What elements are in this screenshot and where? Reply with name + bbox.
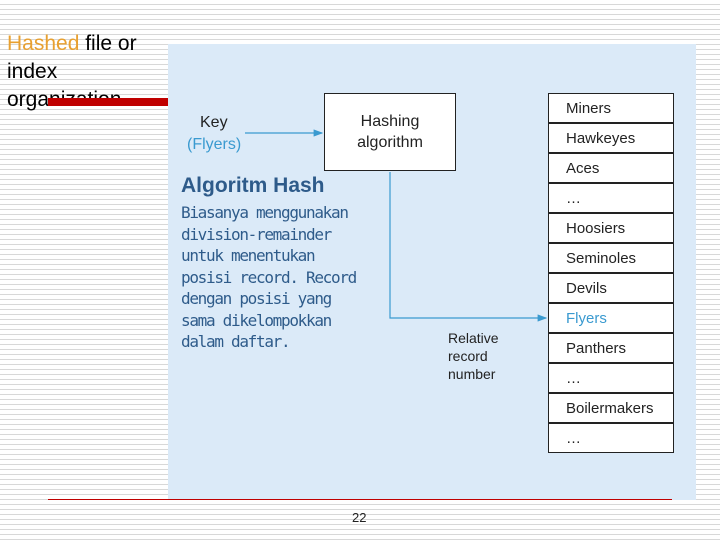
hashing-algorithm-box: Hashing algorithm: [324, 93, 456, 171]
relative-record-number-label: Relative record number: [448, 329, 499, 383]
record-row: Flyers: [549, 304, 673, 334]
record-row: Devils: [549, 274, 673, 304]
record-row: …: [566, 430, 581, 447]
record-row: Aces: [549, 154, 673, 184]
record-row: Seminoles: [549, 244, 673, 274]
record-row: Hawkeyes: [549, 124, 673, 154]
records-table: Miners Hawkeyes Aces… Hoosiers Seminoles Devi…: [548, 93, 674, 453]
record-arrow: [389, 172, 548, 322]
page-number: 22: [352, 510, 367, 525]
hash-line2: algorithm: [357, 134, 423, 151]
rrn-line3: number: [448, 366, 496, 382]
record-row: Panthers: [549, 334, 673, 364]
rrn-line2: record: [448, 348, 488, 364]
record-row: Miners: [549, 94, 673, 124]
overlay-body: Biasanya menggunakan division-remainder …: [181, 203, 357, 351]
record-row: Hoosiers: [549, 214, 673, 244]
key-value: (Flyers): [187, 136, 242, 153]
hash-line1: Hashing: [360, 113, 420, 130]
record-row: …: [549, 364, 673, 394]
record-row: Boilermakers: [549, 394, 673, 424]
overlay-heading: Algoritm Hash: [181, 174, 325, 197]
key-label: Key: [200, 114, 228, 131]
rrn-line1: Relative: [448, 330, 499, 346]
footer-line: [48, 499, 672, 500]
record-row: …: [549, 184, 673, 214]
